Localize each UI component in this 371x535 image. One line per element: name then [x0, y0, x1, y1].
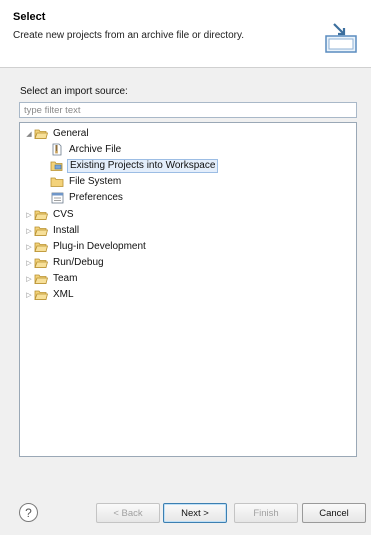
folder-open-icon: [34, 289, 48, 301]
tree-item-label: Plug-in Development: [53, 241, 146, 252]
tree-item-archive-file[interactable]: Archive File: [50, 142, 123, 157]
collapsed-arrow-icon[interactable]: ▷: [24, 211, 34, 219]
import-source-tree[interactable]: ◢ General Archive File Existing Projects…: [19, 122, 357, 457]
archive-file-icon: [50, 143, 64, 156]
collapsed-arrow-icon[interactable]: ▷: [24, 243, 34, 251]
tree-item-plugin-development[interactable]: ▷ Plug-in Development: [24, 239, 148, 254]
tree-item-existing-projects[interactable]: Existing Projects into Workspace: [50, 158, 219, 173]
folder-open-icon: [34, 209, 48, 221]
tree-item-general[interactable]: ◢ General: [24, 126, 91, 141]
folder-open-icon: [34, 128, 48, 140]
tree-item-install[interactable]: ▷ Install: [24, 223, 81, 238]
expanded-arrow-icon[interactable]: ◢: [24, 130, 34, 138]
tree-item-label: General: [53, 128, 89, 139]
folder-open-icon: [34, 257, 48, 269]
tree-item-label: Archive File: [69, 144, 122, 155]
tree-item-label: CVS: [53, 209, 74, 220]
finish-button[interactable]: Finish: [234, 503, 298, 523]
tree-item-file-system[interactable]: File System: [50, 174, 123, 189]
tree-item-xml[interactable]: ▷ XML: [24, 287, 76, 302]
import-wizard-icon: [325, 23, 357, 53]
folder-icon: [50, 176, 64, 188]
folder-open-icon: [34, 273, 48, 285]
tree-item-label: Run/Debug: [53, 257, 104, 268]
page-description: Create new projects from an archive file…: [13, 30, 245, 41]
folder-open-icon: [34, 225, 48, 237]
tree-item-preferences[interactable]: Preferences: [50, 190, 125, 205]
help-button[interactable]: ?: [19, 503, 38, 522]
tree-item-label: Team: [53, 273, 78, 284]
tree-item-cvs[interactable]: ▷ CVS: [24, 207, 76, 222]
folder-open-icon: [34, 241, 48, 253]
tree-item-label: Preferences: [69, 192, 123, 203]
dialog-header: Select Create new projects from an archi…: [0, 0, 371, 68]
tree-item-label: Install: [53, 225, 80, 236]
cancel-button[interactable]: Cancel: [302, 503, 366, 523]
back-button[interactable]: < Back: [96, 503, 160, 523]
project-folder-icon: [50, 160, 64, 172]
collapsed-arrow-icon[interactable]: ▷: [24, 259, 34, 267]
tree-item-team[interactable]: ▷ Team: [24, 271, 79, 286]
tree-item-label: File System: [69, 176, 122, 187]
filter-input[interactable]: [19, 102, 357, 118]
preferences-icon: [50, 192, 64, 204]
tree-item-label: Existing Projects into Workspace: [67, 158, 219, 173]
collapsed-arrow-icon[interactable]: ▷: [24, 291, 34, 299]
collapsed-arrow-icon[interactable]: ▷: [24, 227, 34, 235]
collapsed-arrow-icon[interactable]: ▷: [24, 275, 34, 283]
import-source-label: Select an import source:: [20, 86, 128, 97]
tree-item-run-debug[interactable]: ▷ Run/Debug: [24, 255, 106, 270]
next-button[interactable]: Next >: [163, 503, 227, 523]
tree-item-label: XML: [53, 289, 74, 300]
page-title: Select: [13, 11, 46, 23]
